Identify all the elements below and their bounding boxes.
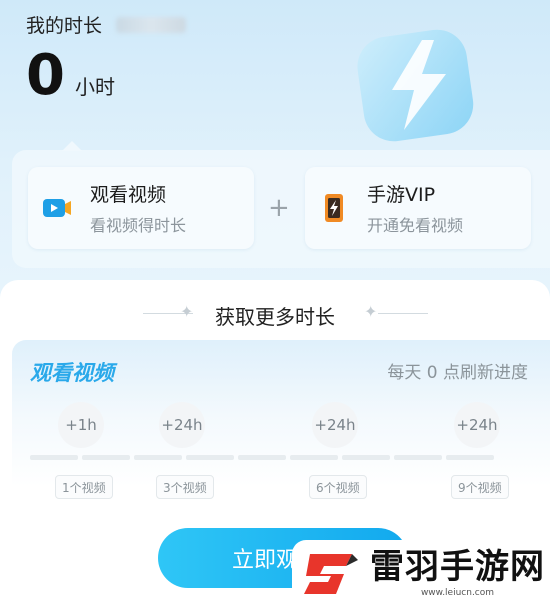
mobile-vip-card[interactable]: 手游VIP 开通免看视频 [305,167,531,249]
watch-title: 观看视频 [30,361,114,385]
hours-display: 0 小时 [26,48,115,104]
watch-video-card[interactable]: 观看视频 看视频得时长 [28,167,254,249]
hours-unit: 小时 [74,75,115,99]
refresh-note: 每天 0 点刷新进度 [387,363,528,383]
milestone-reward: +24h [454,402,500,448]
milestone-label: 9个视频 [451,475,509,499]
progress-segment [446,455,494,460]
page-title: 我的时长 [26,15,103,37]
site-watermark: 雷羽手游网 www.leiucn.com [292,540,550,607]
hours-value: 0 [26,43,65,108]
card-title: 观看视频 [90,184,167,206]
milestone-reward: +24h [159,402,205,448]
watermark-name: 雷羽手游网 [370,546,545,587]
milestone-label: 3个视频 [156,475,214,499]
section-title: 获取更多时长 [215,305,335,329]
progress-segment [134,455,182,460]
progress-segment [30,455,78,460]
card-subtitle: 开通免看视频 [367,216,464,235]
card-subtitle: 看视频得时长 [90,216,187,235]
title-row: 我的时长 [26,11,187,38]
progress-segment [290,455,338,460]
progress-segment [82,455,130,460]
progress-segment [394,455,442,460]
watermark-logo-icon [304,553,358,594]
phone-bolt-icon [325,194,343,222]
milestone-reward: +24h [312,402,358,448]
progress-segment [186,455,234,460]
milestone-label: 6个视频 [309,475,367,499]
lightning-bolt-icon [357,29,474,142]
progress-segment [238,455,286,460]
plus-sign: + [268,193,290,223]
divider-right [378,313,428,314]
progress-segment [342,455,390,460]
video-camera-icon [43,199,71,217]
milestone-label: 1个视频 [55,475,113,499]
card-title: 手游VIP [367,184,436,206]
milestone-reward: +1h [58,402,104,448]
blurred-username [116,16,187,33]
sparkle-right-icon: ✦ [364,302,378,321]
watermark-url: www.leiucn.com [420,587,495,598]
